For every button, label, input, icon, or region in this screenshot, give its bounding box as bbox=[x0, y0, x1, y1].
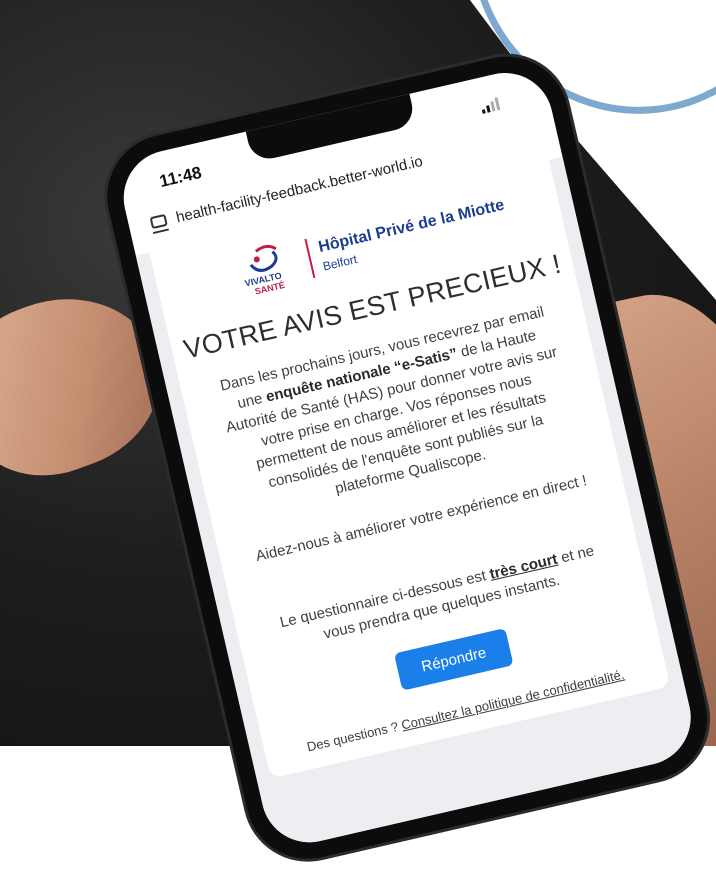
browser-tabs-icon[interactable] bbox=[149, 213, 168, 230]
signal-icon bbox=[480, 96, 503, 114]
short-paragraph: Le questionnaire ci-dessous est très cou… bbox=[268, 538, 611, 656]
vivalto-logo-icon: VIVALTO SANTÉ bbox=[237, 237, 305, 299]
hospital-names: Hôpital Privé de la Miotte Belfort bbox=[317, 196, 510, 273]
footer-prefix: Des questions ? bbox=[305, 717, 404, 755]
respond-button[interactable]: Répondre bbox=[393, 628, 514, 691]
status-time: 11:48 bbox=[157, 162, 204, 191]
logo-divider bbox=[304, 238, 316, 279]
